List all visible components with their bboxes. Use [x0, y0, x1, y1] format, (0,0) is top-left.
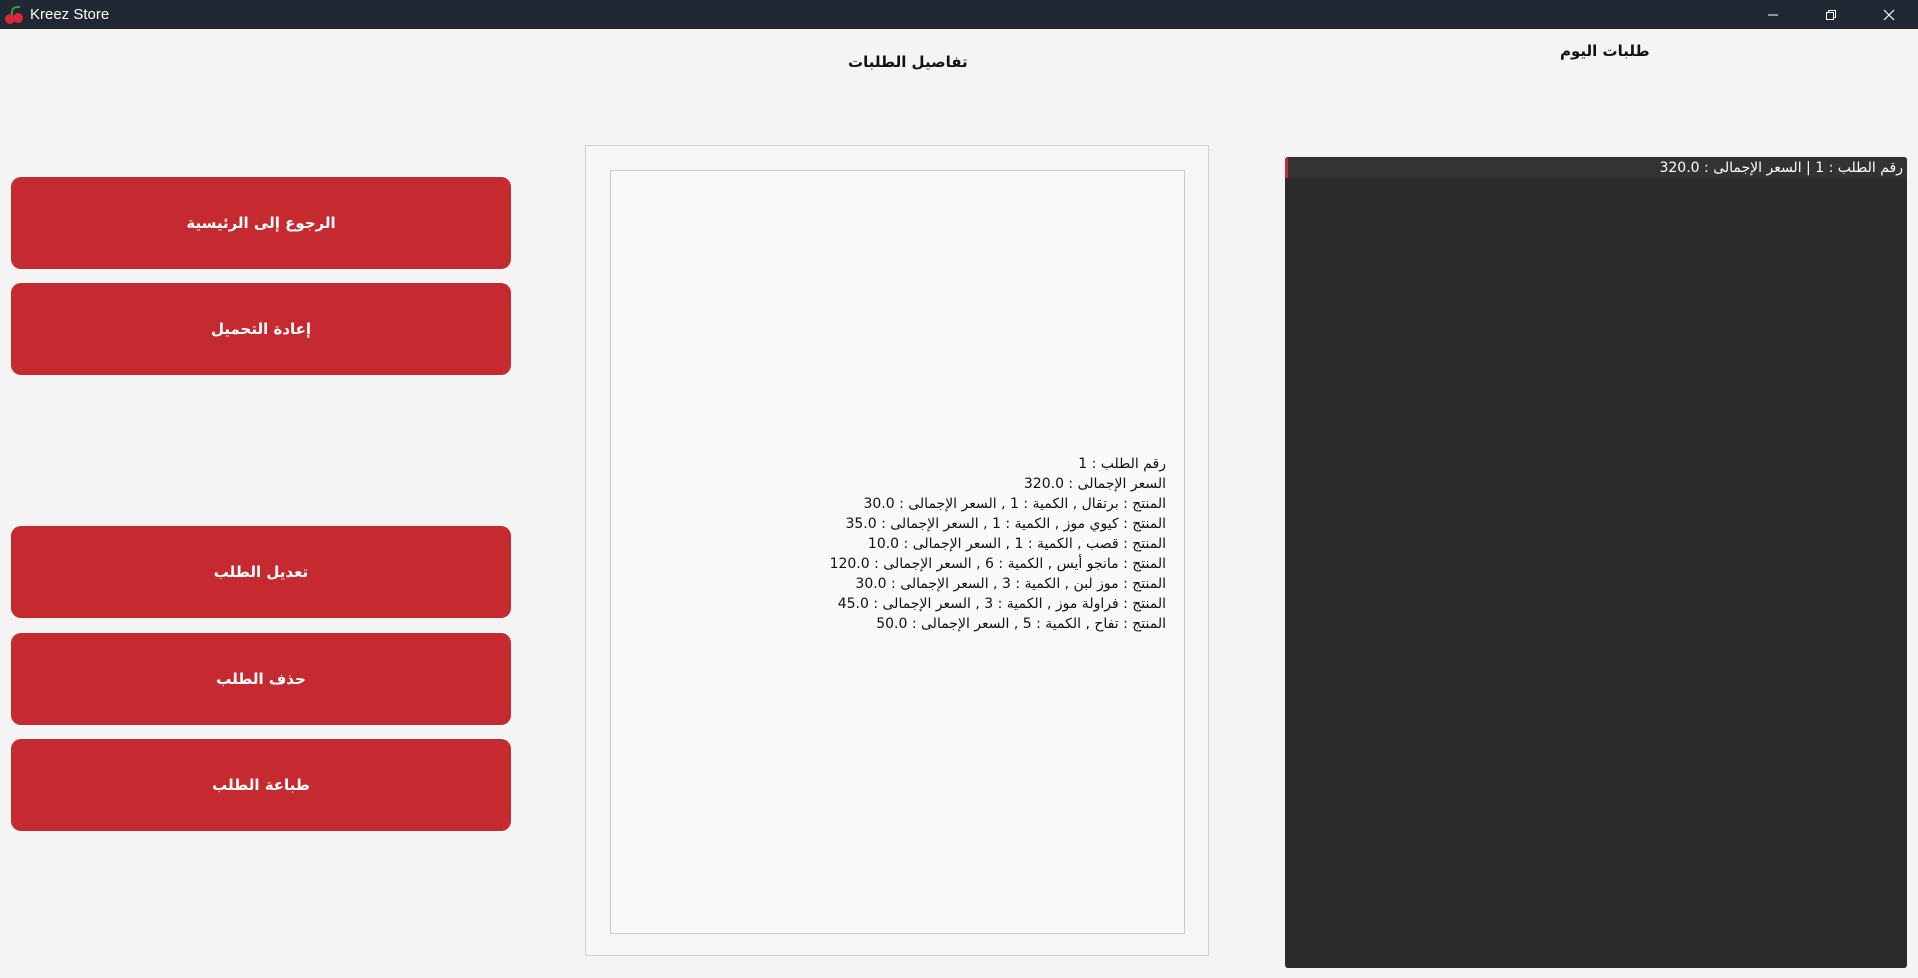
todays-orders-heading: طلبات اليوم — [1560, 42, 1650, 60]
minimize-button[interactable] — [1744, 0, 1802, 29]
order-number-line: رقم الطلب : 1 — [1078, 456, 1166, 472]
order-details-panel[interactable]: رقم الطلب : 1 السعر الإجمالى : 320.0 الم… — [610, 170, 1185, 934]
reload-button[interactable]: إعادة التحميل — [11, 283, 511, 375]
window-title: Kreez Store — [30, 6, 110, 23]
order-item-line: المنتج : برتقال , الكمية : 1 , السعر الإ… — [863, 496, 1166, 512]
back-to-home-button[interactable]: الرجوع إلى الرئيسية — [11, 177, 511, 269]
order-item-line: المنتج : كيوي موز , الكمية : 1 , السعر ا… — [845, 516, 1166, 532]
order-total-line: السعر الإجمالى : 320.0 — [1023, 476, 1166, 492]
todays-orders-list[interactable]: رقم الطلب : 1 | السعر الإجمالى : 320.0 — [1285, 157, 1907, 968]
restore-icon — [1826, 9, 1836, 20]
window-controls — [1744, 0, 1918, 29]
order-item-line: المنتج : فراولة موز , الكمية : 3 , السعر… — [837, 596, 1166, 612]
minimize-icon — [1768, 14, 1778, 15]
order-item-line: المنتج : مانجو أيس , الكمية : 6 , السعر … — [829, 556, 1166, 572]
close-button[interactable] — [1860, 0, 1918, 29]
order-item-line: المنتج : تفاح , الكمية : 5 , السعر الإجم… — [876, 616, 1166, 632]
order-item-line: المنتج : قصب , الكمية : 1 , السعر الإجما… — [867, 536, 1166, 552]
restore-button[interactable] — [1802, 0, 1860, 29]
order-list-item[interactable]: رقم الطلب : 1 | السعر الإجمالى : 320.0 — [1285, 158, 1907, 178]
order-item-line: المنتج : موز لبن , الكمية : 3 , السعر ال… — [855, 576, 1166, 592]
cherry-icon — [3, 4, 25, 26]
order-details-text: رقم الطلب : 1 السعر الإجمالى : 320.0 الم… — [646, 454, 1166, 634]
title-bar: Kreez Store — [0, 0, 1918, 29]
edit-order-button[interactable]: تعديل الطلب — [11, 526, 511, 618]
order-details-heading: تفاصيل الطلبات — [848, 53, 968, 71]
print-order-button[interactable]: طباعة الطلب — [11, 739, 511, 831]
delete-order-button[interactable]: حذف الطلب — [11, 633, 511, 725]
close-icon — [1883, 9, 1895, 20]
